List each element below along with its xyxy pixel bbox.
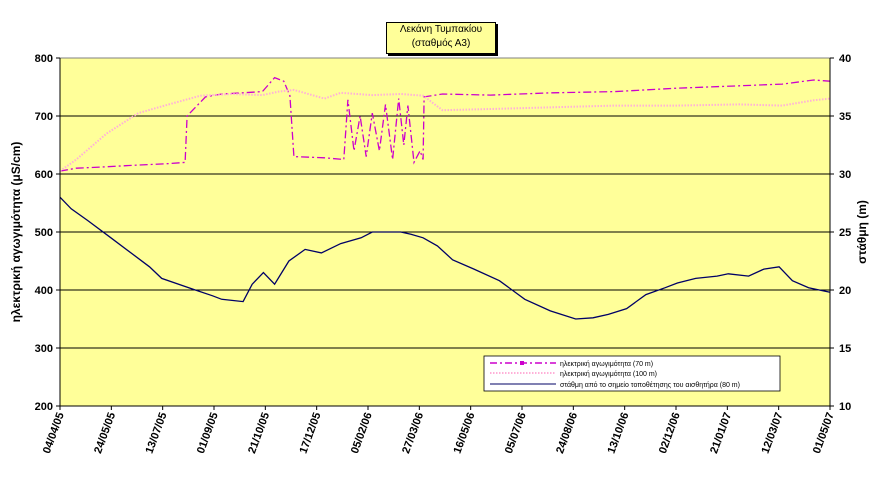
x-tick-label: 13/10/06 bbox=[606, 411, 632, 455]
x-tick-label: 01/09/05 bbox=[195, 411, 221, 455]
chart-title-box: Λεκάνη Τυμπακίου (σταθμός Α3) bbox=[386, 22, 496, 54]
chart-title: Λεκάνη Τυμπακίου bbox=[399, 24, 483, 35]
y2-tick-label: 10 bbox=[839, 401, 851, 413]
x-tick-label: 24/05/05 bbox=[92, 411, 118, 455]
x-tick-label: 05/07/06 bbox=[503, 411, 529, 455]
y-tick-label: 600 bbox=[35, 169, 53, 181]
y-axis-label: ηλεκτρική αγωγιμότητα (μS/cm) bbox=[9, 142, 23, 323]
x-tick-label: 04/04/05 bbox=[41, 411, 67, 455]
y-tick-label: 700 bbox=[35, 111, 53, 123]
y2-tick-label: 20 bbox=[839, 285, 851, 297]
y2-tick-label: 25 bbox=[839, 227, 851, 239]
x-tick-label: 17/12/05 bbox=[298, 411, 324, 455]
x-tick-label: 02/12/06 bbox=[657, 411, 683, 455]
legend-label-70m: ηλεκτρική αγωγιμότητα (70 m) bbox=[560, 360, 653, 368]
legend-label-level: στάθμη από το σημείο τοποθέτησης του αισ… bbox=[560, 381, 740, 389]
x-tick-label: 12/03/07 bbox=[760, 411, 786, 455]
y-axis-left: 200 300 400 500 600 700 800 bbox=[35, 53, 61, 413]
x-tick-label: 27/03/06 bbox=[400, 411, 426, 455]
y2-axis-label: στάθμη (m) bbox=[855, 200, 869, 264]
legend: ηλεκτρική αγωγιμότητα (70 m) ηλεκτρική α… bbox=[483, 355, 781, 392]
x-tick-label: 24/08/06 bbox=[554, 411, 580, 455]
x-tick-label: 21/01/07 bbox=[708, 411, 734, 455]
x-tick-label: 21/10/05 bbox=[246, 411, 272, 455]
x-axis: 04/04/05 24/05/05 13/07/05 01/09/05 21/10/05… bbox=[41, 405, 837, 455]
x-tick-label: 01/05/07 bbox=[811, 411, 837, 455]
y2-tick-label: 40 bbox=[839, 53, 851, 65]
y-tick-label: 500 bbox=[35, 227, 53, 239]
x-tick-label: 13/07/05 bbox=[144, 411, 170, 455]
y-tick-label: 200 bbox=[35, 401, 53, 413]
chart: 200 300 400 500 600 700 800 10 15 20 25 30 35 40 04/… bbox=[9, 53, 869, 455]
y-tick-label: 800 bbox=[35, 53, 53, 65]
legend-marker-70m bbox=[520, 361, 524, 365]
y-tick-label: 300 bbox=[35, 343, 53, 355]
chart-subtitle: (σταθμός Α3) bbox=[411, 38, 471, 49]
y2-tick-label: 35 bbox=[839, 111, 851, 123]
y2-tick-label: 15 bbox=[839, 343, 851, 355]
y-axis-right: 10 15 20 25 30 35 40 bbox=[829, 53, 851, 413]
y-tick-label: 400 bbox=[35, 285, 53, 297]
y2-tick-label: 30 bbox=[839, 169, 851, 181]
x-tick-label: 05/02/06 bbox=[349, 411, 375, 455]
x-tick-label: 16/05/06 bbox=[452, 411, 478, 455]
legend-label-100m: ηλεκτρική αγωγιμότητα (100 m) bbox=[560, 370, 657, 378]
